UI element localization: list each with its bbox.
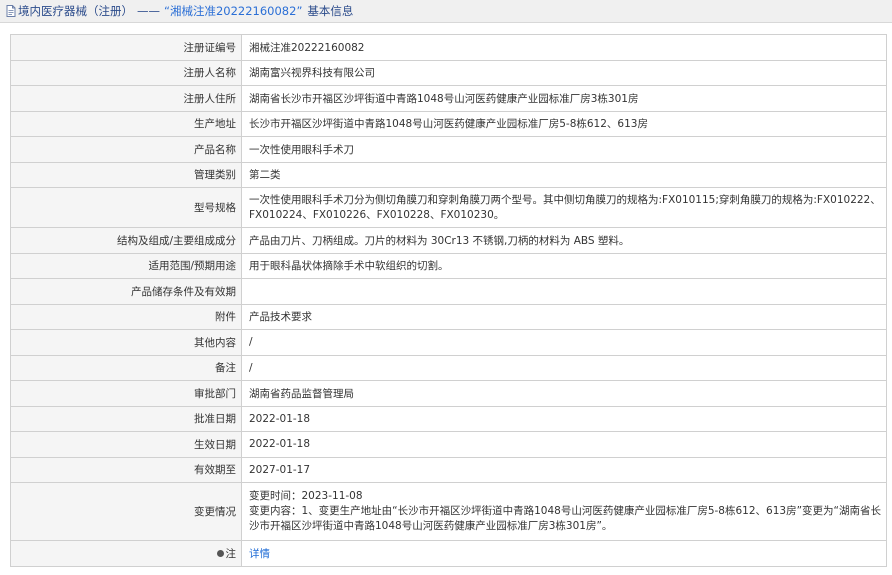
row-label: 注册人名称: [10, 59, 242, 86]
pin-icon: [216, 549, 224, 557]
table-row-note: 注 详情: [10, 540, 887, 567]
row-label: 附件: [10, 303, 242, 330]
row-value: 湖南省长沙市开福区沙坪街道中青路1048号山河医药健康产业园标准厂房3栋301房: [241, 85, 887, 112]
change-value: 变更时间：2023-11-08 变更内容：1、变更生产地址由“长沙市开福区沙坪街…: [241, 482, 887, 541]
table-row: 生产地址 长沙市开福区沙坪街道中青路1048号山河医药健康产业园标准厂房5-8栋…: [10, 110, 887, 137]
table-row: 注册人名称 湖南富兴视界科技有限公司: [10, 59, 887, 86]
row-value: [241, 278, 887, 305]
row-value: 用于眼科晶状体摘除手术中软组织的切割。: [241, 252, 887, 279]
header-separator: ——: [137, 4, 160, 18]
table-row: 结构及组成/主要组成成分 产品由刀片、刀柄组成。刀片的材料为 30Cr13 不锈…: [10, 227, 887, 254]
note-value: 详情: [241, 540, 887, 567]
table-row: 生效日期 2022-01-18: [10, 431, 887, 458]
row-value: 第二类: [241, 161, 887, 188]
table-row: 审批部门 湖南省药品监督管理局: [10, 380, 887, 407]
row-label: 结构及组成/主要组成成分: [10, 227, 242, 254]
table-row: 有效期至 2027-01-17: [10, 456, 887, 483]
details-link[interactable]: 详情: [249, 548, 270, 560]
table-row: 附件 产品技术要求: [10, 303, 887, 330]
row-value: 2022-01-18: [241, 431, 887, 458]
row-value: 2027-01-17: [241, 456, 887, 483]
info-table-container: 注册证编号 湘械注准20222160082 注册人名称 湖南富兴视界科技有限公司…: [10, 34, 887, 567]
table-row: 批准日期 2022-01-18: [10, 405, 887, 432]
row-label: 适用范围/预期用途: [10, 252, 242, 279]
row-value: 湖南富兴视界科技有限公司: [241, 59, 887, 86]
row-label: 注册证编号: [10, 34, 242, 61]
row-label: 其他内容: [10, 329, 242, 356]
row-value: 产品由刀片、刀柄组成。刀片的材料为 30Cr13 不锈钢,刀柄的材料为 ABS …: [241, 227, 887, 254]
row-value: 2022-01-18: [241, 405, 887, 432]
table-row: 其他内容 /: [10, 329, 887, 356]
table-row: 产品名称 一次性使用眼科手术刀: [10, 136, 887, 163]
table-row: 注册证编号 湘械注准20222160082: [10, 34, 887, 61]
header-category: 境内医疗器械（注册）: [18, 4, 133, 18]
row-label: 审批部门: [10, 380, 242, 407]
row-value: 一次性使用眼科手术刀: [241, 136, 887, 163]
document-icon: [6, 5, 16, 17]
table-row: 适用范围/预期用途 用于眼科晶状体摘除手术中软组织的切割。: [10, 252, 887, 279]
row-label: 生效日期: [10, 431, 242, 458]
table-row: 注册人住所 湖南省长沙市开福区沙坪街道中青路1048号山河医药健康产业园标准厂房…: [10, 85, 887, 112]
row-value: 产品技术要求: [241, 303, 887, 330]
row-label: 注册人住所: [10, 85, 242, 112]
page-header: 境内医疗器械（注册） —— “湘械注准20222160082” 基本信息: [0, 0, 892, 23]
row-value: 长沙市开福区沙坪街道中青路1048号山河医药健康产业园标准厂房5-8栋612、6…: [241, 110, 887, 137]
header-suffix: 基本信息: [307, 4, 354, 18]
row-label: 产品名称: [10, 136, 242, 163]
table-row: 管理类别 第二类: [10, 161, 887, 188]
row-value: 一次性使用眼科手术刀分为侧切角膜刀和穿刺角膜刀两个型号。其中侧切角膜刀的规格为:…: [241, 187, 887, 228]
header-registration-number: “湘械注准20222160082”: [164, 4, 303, 18]
row-value: /: [241, 354, 887, 381]
row-label: 管理类别: [10, 161, 242, 188]
row-value: 湖南省药品监督管理局: [241, 380, 887, 407]
row-label: 生产地址: [10, 110, 242, 137]
change-time: 变更时间：2023-11-08: [249, 490, 363, 502]
change-label: 变更情况: [10, 482, 242, 541]
row-label: 型号规格: [10, 187, 242, 228]
row-label: 备注: [10, 354, 242, 381]
table-row: 产品储存条件及有效期: [10, 278, 887, 305]
row-label: 产品储存条件及有效期: [10, 278, 242, 305]
row-value: /: [241, 329, 887, 356]
info-table: 注册证编号 湘械注准20222160082 注册人名称 湖南富兴视界科技有限公司…: [10, 34, 887, 567]
row-value: 湘械注准20222160082: [241, 34, 887, 61]
row-label: 有效期至: [10, 456, 242, 483]
note-label: 注: [225, 547, 237, 560]
note-label-cell: 注: [10, 540, 242, 567]
change-content: 变更内容：1、变更生产地址由“长沙市开福区沙坪街道中青路1048号山河医药健康产…: [249, 505, 881, 532]
row-label: 批准日期: [10, 405, 242, 432]
table-row: 型号规格 一次性使用眼科手术刀分为侧切角膜刀和穿刺角膜刀两个型号。其中侧切角膜刀…: [10, 187, 887, 228]
table-row: 备注 /: [10, 354, 887, 381]
table-row-change: 变更情况 变更时间：2023-11-08 变更内容：1、变更生产地址由“长沙市开…: [10, 482, 887, 541]
